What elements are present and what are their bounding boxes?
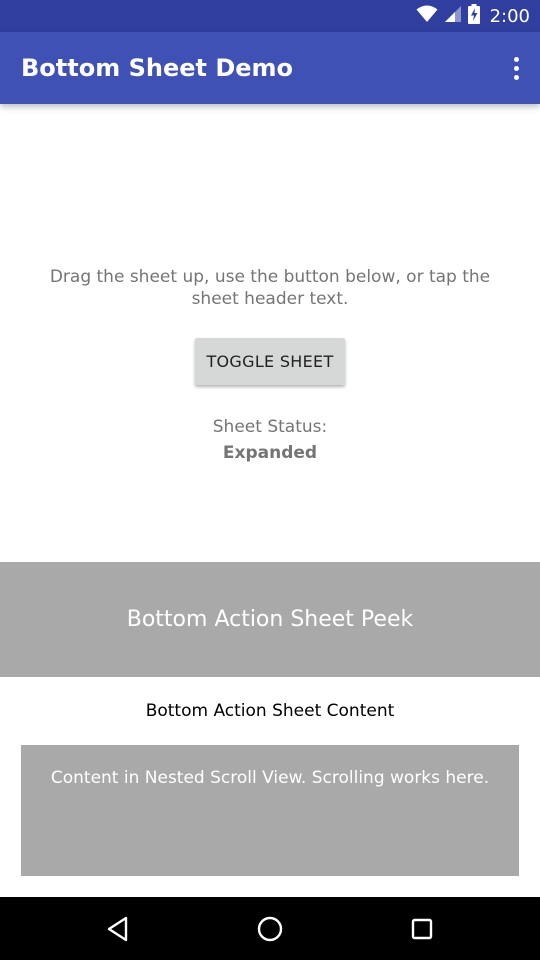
cell-signal-icon	[444, 5, 462, 27]
status-time: 2:00	[489, 5, 530, 27]
status-icons: 2:00	[416, 0, 530, 32]
overflow-dot	[513, 74, 519, 80]
nested-scroll-text: Content in Nested Scroll View. Scrolling…	[50, 768, 490, 788]
status-bar: 2:00	[0, 0, 540, 32]
bottom-sheet-peek-text[interactable]: Bottom Action Sheet Peek	[127, 607, 413, 632]
more-vert-icon[interactable]	[504, 46, 528, 90]
toggle-sheet-button[interactable]: TOGGLE SHEET	[195, 338, 345, 385]
app-bar: Bottom Sheet Demo	[0, 32, 540, 104]
wifi-icon	[416, 5, 438, 27]
main-content: Drag the sheet up, use the button below,…	[0, 104, 540, 562]
navigation-bar	[0, 897, 540, 960]
recents-icon[interactable]	[404, 911, 440, 947]
bottom-sheet-content: Bottom Action Sheet Content Content in N…	[0, 677, 540, 897]
home-icon[interactable]	[252, 911, 288, 947]
battery-charging-icon	[467, 4, 480, 28]
bottom-sheet-content-title: Bottom Action Sheet Content	[145, 701, 395, 721]
app-title: Bottom Sheet Demo	[21, 54, 294, 82]
nested-scroll-view[interactable]: Content in Nested Scroll View. Scrolling…	[21, 745, 519, 876]
sheet-status-value: Expanded	[222, 443, 318, 463]
overflow-dot	[513, 65, 519, 71]
instructions-text: Drag the sheet up, use the button below,…	[49, 267, 491, 309]
overflow-dot	[513, 56, 519, 62]
bottom-sheet-peek-header[interactable]: Bottom Action Sheet Peek	[0, 562, 540, 677]
sheet-status-label: Sheet Status:	[212, 417, 328, 437]
screen: 2:00 Bottom Sheet Demo Drag the sheet up…	[0, 0, 540, 960]
back-icon[interactable]	[100, 911, 136, 947]
